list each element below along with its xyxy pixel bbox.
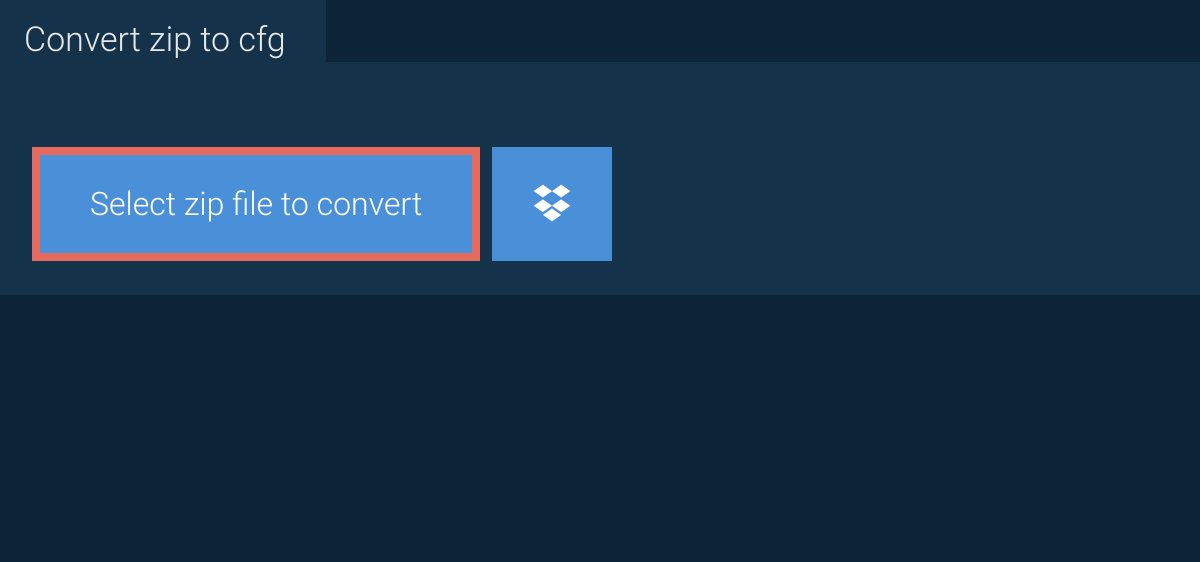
action-row: Select zip file to convert (0, 117, 1200, 261)
select-file-button[interactable]: Select zip file to convert (40, 155, 472, 253)
dropbox-button[interactable] (492, 147, 612, 261)
converter-tab[interactable]: Convert zip to cfg (0, 0, 326, 80)
dropbox-icon (530, 181, 574, 228)
tab-title: Convert zip to cfg (24, 20, 286, 60)
select-button-highlight: Select zip file to convert (32, 147, 480, 261)
select-file-label: Select zip file to convert (90, 185, 422, 223)
converter-panel: Convert zip to cfg Select zip file to co… (0, 62, 1200, 295)
